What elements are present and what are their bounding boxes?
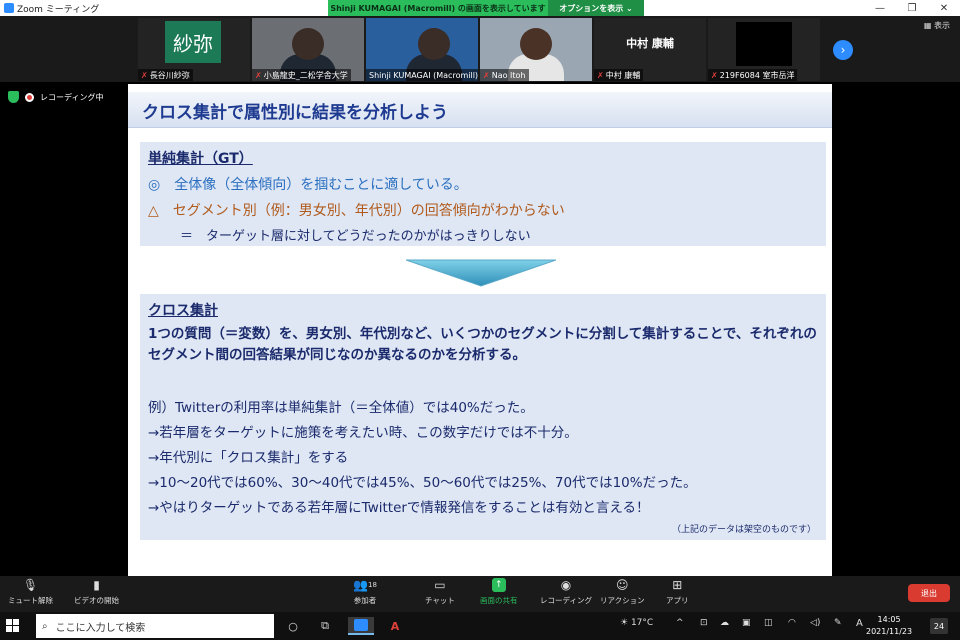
participants-count: 18: [368, 581, 377, 589]
unmute-button[interactable]: 🎙 ミュート解除: [8, 578, 53, 610]
start-video-button[interactable]: ▮ ビデオの開始: [74, 578, 119, 610]
leave-button[interactable]: 退出: [908, 584, 950, 602]
participant-name: ✗ 長谷川紗弥: [138, 69, 193, 81]
search-placeholder: ここに入力して検索: [55, 622, 146, 634]
participants-icon: 👥 18: [353, 578, 377, 592]
participant-tile[interactable]: Shinji KUMAGAI (Macromill): [366, 18, 478, 81]
share-screen-button[interactable]: ↑ 画面の共有: [480, 578, 518, 610]
example-line: →若年層をターゲットに施策を考えたい時、この数字だけでは不十分。: [148, 425, 578, 441]
cross-tab-heading: クロス集計: [148, 303, 218, 319]
down-arrow-icon: [406, 259, 556, 287]
tray-app-icon[interactable]: ⊡: [700, 618, 708, 628]
participant-name: ✗ Nao Itoh: [480, 69, 529, 81]
mic-muted-icon: ✗: [711, 70, 718, 80]
acrobat-taskbar-icon[interactable]: A: [386, 617, 404, 635]
participant-gallery: 紗弥 ✗ 長谷川紗弥 ✗ 小島龍史_二松学舎大学 Shinji KUMAGAI (M…: [0, 16, 960, 82]
pen-icon[interactable]: ✎: [834, 618, 842, 628]
cortana-icon[interactable]: ○: [284, 617, 302, 635]
smiley-icon: ☺: [616, 578, 629, 592]
tray-app-icon[interactable]: ◫: [764, 618, 773, 628]
apps-icon: ⊞: [672, 578, 683, 592]
slide-title: クロス集計で属性別に結果を分析しよう: [128, 92, 832, 128]
chat-icon: ▭: [434, 578, 446, 592]
video-off-icon: ▮: [93, 578, 100, 592]
cross-tab-description: 1つの質問（＝変数）を、男女別、年代別など、いくつかのセグメントに分割して集計す…: [148, 326, 817, 363]
maximize-button[interactable]: ❐: [896, 0, 928, 16]
weather-widget[interactable]: ☀ 17°C: [620, 618, 653, 628]
cross-tab-section: クロス集計 1つの質問（＝変数）を、男女別、年代別など、いくつかのセグメントに分…: [140, 294, 826, 540]
clock-time: 14:05: [877, 615, 901, 624]
participant-tile[interactable]: ✗ Nao Itoh: [480, 18, 592, 81]
taskbar-clock[interactable]: 14:05 2021/11/23: [866, 614, 912, 638]
presenter-label: Shinji KUMAGAI (Macromill) の画面を表示しています: [330, 3, 546, 13]
participant-display-name: 中村 康輔: [626, 37, 674, 50]
reactions-button[interactable]: ☺ リアクション: [600, 578, 645, 610]
tray-app-icon[interactable]: ▣: [742, 618, 751, 628]
apps-button[interactable]: ⊞ アプリ: [666, 578, 689, 610]
wifi-icon[interactable]: ◠: [788, 618, 796, 628]
shield-icon: [8, 91, 19, 103]
volume-icon[interactable]: ◁): [810, 618, 820, 628]
share-screen-icon: ↑: [491, 578, 506, 592]
mic-muted-icon: ✗: [597, 70, 604, 80]
data-disclaimer: （上記のデータは架空のものです）: [671, 525, 816, 535]
task-view-icon[interactable]: ⧉: [316, 617, 334, 635]
search-icon: ⌕: [42, 620, 48, 632]
view-options-button[interactable]: オプションを表示 ⌄: [548, 0, 644, 16]
minimize-button[interactable]: —: [864, 0, 896, 16]
mic-muted-icon: ✗: [483, 70, 490, 80]
screen-share-banner: Shinji KUMAGAI (Macromill) の画面を表示しています オ…: [328, 0, 644, 16]
clock-date: 2021/11/23: [866, 627, 913, 636]
participant-tile[interactable]: ✗ 219F6084 室市岳洋: [708, 18, 820, 81]
mic-muted-icon: ✗: [255, 70, 262, 80]
record-icon: [25, 92, 34, 102]
windows-taskbar: ⌕ ここに入力して検索 ○ ⧉ A ☀ 17°C ^ ⊡ ☁ ▣ ◫ ◠ ◁) …: [0, 612, 960, 640]
mic-off-icon: 🎙: [22, 578, 39, 592]
participant-tile[interactable]: 中村 康輔 ✗ 中村 康輔: [594, 18, 706, 81]
chat-button[interactable]: ▭ チャット: [425, 578, 455, 610]
example-line: →年代別に「クロス集計」をする: [148, 450, 349, 466]
participants-button[interactable]: 👥 18 参加者: [350, 578, 380, 610]
example-line: 例）Twitterの利用率は単純集計（＝全体値）では40%だった。: [148, 400, 534, 416]
gt-point-1: ◎ 全体像（全体傾向）を掴むことに適している。: [148, 177, 468, 193]
video-feed-person: [292, 28, 324, 60]
presentation-slide: クロス集計で属性別に結果を分析しよう 単純集計（GT） ◎ 全体像（全体傾向）を…: [128, 84, 832, 576]
close-button[interactable]: ✕: [928, 0, 960, 16]
example-line: →10～20代では60%、30～40代では45%、50～60代では25%、70代…: [148, 475, 697, 491]
notification-center-button[interactable]: 24: [930, 618, 948, 634]
tray-chevron-icon[interactable]: ^: [676, 618, 684, 628]
windows-start-icon[interactable]: [6, 619, 20, 633]
zoom-taskbar-icon[interactable]: [348, 617, 374, 635]
gt-heading: 単純集計（GT）: [148, 151, 253, 167]
mic-muted-icon: ✗: [141, 70, 148, 80]
window-title: Zoom ミーティング: [17, 4, 100, 15]
participant-name: ✗ 中村 康輔: [594, 69, 644, 81]
avatar: 紗弥: [165, 21, 221, 63]
meeting-controls: 🎙 ミュート解除 ▮ ビデオの開始 👥 18 参加者 ▭ チャット ↑ 画面の共有…: [0, 576, 960, 612]
recording-label: レコーディング中: [40, 92, 104, 102]
chevron-right-icon: ›: [840, 43, 846, 57]
participant-name: ✗ 小島龍史_二松学舎大学: [252, 69, 351, 81]
participant-tile[interactable]: 紗弥 ✗ 長谷川紗弥: [138, 18, 250, 81]
record-icon: ◉: [560, 578, 572, 592]
ime-indicator[interactable]: A: [856, 618, 863, 629]
onedrive-icon[interactable]: ☁: [720, 618, 729, 628]
video-off-placeholder: [736, 22, 792, 66]
view-button[interactable]: ▦ 表示: [924, 20, 950, 31]
example-line: →やはりターゲットである若年層にTwitterで情報発信をすることは有効と言える…: [148, 500, 650, 516]
window-controls: — ❐ ✕: [864, 0, 960, 16]
gt-point-2: △ セグメント別（例：男女別、年代別）の回答傾向がわからない: [148, 203, 565, 219]
zoom-app-icon: [4, 3, 14, 13]
participant-name: ✗ 219F6084 室市岳洋: [708, 69, 798, 81]
participant-name: Shinji KUMAGAI (Macromill): [366, 69, 478, 81]
video-feed-person: [418, 28, 450, 60]
taskbar-search[interactable]: ⌕ ここに入力して検索: [36, 614, 274, 638]
video-feed-person: [520, 28, 552, 60]
next-page-button[interactable]: ›: [833, 40, 853, 60]
participant-tile[interactable]: ✗ 小島龍史_二松学舎大学: [252, 18, 364, 81]
gt-section: 単純集計（GT） ◎ 全体像（全体傾向）を掴むことに適している。 △ セグメント…: [140, 142, 826, 246]
record-button[interactable]: ◉ レコーディング: [540, 578, 592, 610]
gt-point-3: ＝ ターゲット層に対してどうだったのかがはっきりしない: [180, 229, 531, 244]
recording-indicator: レコーディング中: [8, 90, 103, 104]
